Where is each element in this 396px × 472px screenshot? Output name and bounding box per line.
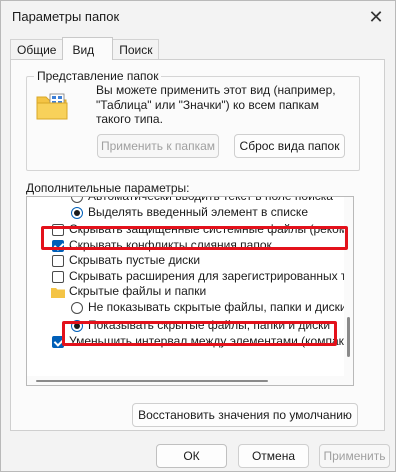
close-icon[interactable]: ✕ [363, 5, 389, 29]
checkbox-compact-view[interactable] [52, 335, 64, 348]
checkbox-hide-empty-drives[interactable] [52, 255, 64, 267]
apply-to-folders-button[interactable]: Применить к папкам [97, 134, 219, 158]
list-item[interactable]: Скрывать пустые диски [27, 253, 345, 269]
checkbox-hide-protected[interactable] [52, 224, 64, 236]
tab-view[interactable]: Вид [62, 37, 114, 60]
checkbox-hide-merge-conflicts[interactable] [52, 239, 64, 252]
cancel-button[interactable]: Отмена [238, 444, 309, 468]
advanced-settings-list[interactable]: Автоматически вводить текст в поле поиск… [26, 196, 354, 386]
reset-folders-button[interactable]: Сброс вида папок [234, 134, 345, 158]
list-item[interactable]: Уменьшить интервал между элементами (ком… [27, 334, 353, 350]
tab-strip: Общие Вид Поиск [10, 37, 160, 60]
horizontal-scrollbar[interactable] [27, 376, 345, 385]
list-item[interactable]: Скрывать расширения для зарегистрированн… [27, 269, 353, 285]
folder-views-legend: Представление папок [34, 69, 162, 83]
horizontal-scroll-thumb[interactable] [36, 380, 268, 382]
list-item[interactable]: Показывать скрытые файлы, папки и диски [27, 318, 345, 334]
tab-general[interactable]: Общие [10, 39, 64, 60]
tab-search[interactable]: Поиск [112, 39, 160, 60]
list-item: Скрытые файлы и папки [27, 284, 345, 300]
vertical-scrollbar[interactable] [344, 197, 353, 385]
list-item[interactable]: Не показывать скрытые файлы, папки и дис… [27, 300, 347, 316]
list-item[interactable]: Скрывать конфликты слияния папок [27, 238, 345, 254]
title-bar: Параметры папок ✕ [1, 1, 395, 33]
folder-options-window: Параметры папок ✕ Общие Вид Поиск Предст… [0, 0, 396, 472]
list-item[interactable]: Скрывать защищенные системные файлы (рек… [27, 222, 353, 238]
radio-auto-type[interactable] [71, 197, 83, 203]
radio-select-item[interactable] [71, 206, 83, 219]
folder-view-icon [36, 93, 68, 120]
folder-icon [51, 288, 65, 298]
apply-button[interactable]: Применить [319, 444, 390, 468]
vertical-scroll-thumb[interactable] [347, 317, 350, 357]
ok-button[interactable]: ОК [156, 444, 227, 468]
radio-show-hidden[interactable] [71, 320, 83, 332]
checkbox-hide-extensions[interactable] [52, 270, 64, 283]
restore-defaults-button[interactable]: Восстановить значения по умолчанию [132, 403, 358, 427]
advanced-settings-label: Дополнительные параметры: [26, 181, 190, 195]
list-item[interactable]: Автоматически вводить текст в поле поиск… [27, 197, 345, 205]
list-item[interactable]: Выделять введенный элемент в списке [27, 205, 345, 221]
window-title: Параметры папок [12, 9, 120, 24]
folder-views-description: Вы можете применить этот вид (например, … [96, 83, 336, 126]
radio-dont-show-hidden[interactable] [71, 301, 83, 314]
